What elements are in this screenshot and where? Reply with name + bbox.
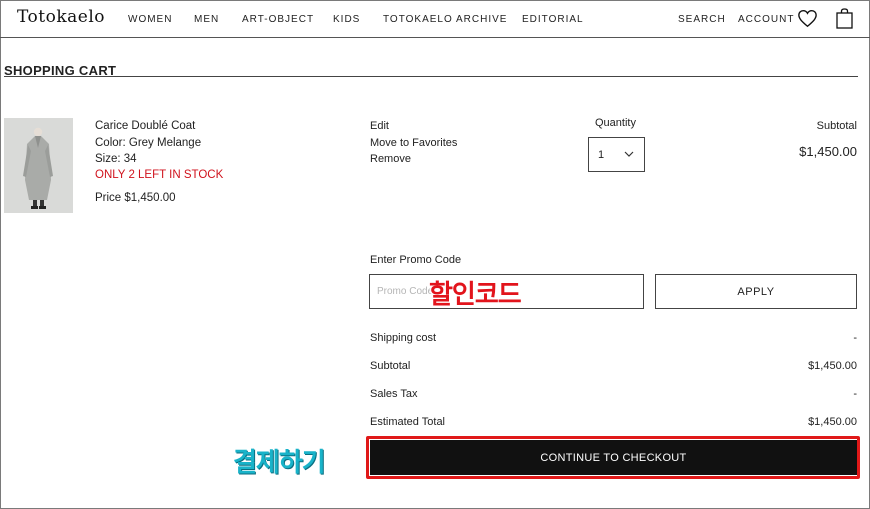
nav-men[interactable]: MEN — [194, 14, 219, 25]
nav-women[interactable]: WOMEN — [128, 14, 172, 25]
summary-subtotal-label: Subtotal — [370, 360, 411, 372]
product-color: Color: Grey Melange — [95, 137, 202, 149]
sales-tax-value: - — [853, 388, 857, 400]
sales-tax-label: Sales Tax — [370, 388, 418, 400]
account-link[interactable]: ACCOUNT — [738, 14, 794, 25]
shipping-cost-label: Shipping cost — [370, 332, 437, 344]
nav-art-object[interactable]: ART-OBJECT — [242, 14, 314, 25]
product-price: Price $1,450.00 — [95, 192, 176, 204]
promo-code-input[interactable] — [369, 274, 644, 309]
quantity-label: Quantity — [595, 117, 636, 129]
move-to-favorites-link[interactable]: Move to Favorites — [370, 137, 457, 149]
coat-model-photo — [4, 118, 73, 213]
shopping-bag-icon[interactable] — [836, 8, 853, 29]
edit-link[interactable]: Edit — [370, 120, 389, 132]
top-navigation: Totokaelo WOMEN MEN ART-OBJECT KIDS TOTO… — [0, 0, 870, 38]
logo[interactable]: Totokaelo — [17, 7, 105, 27]
nav-totokaelo-archive[interactable]: TOTOKAELO ARCHIVE — [383, 14, 507, 25]
apply-button[interactable]: APPLY — [655, 274, 857, 309]
search-link[interactable]: SEARCH — [678, 14, 726, 25]
product-image[interactable] — [4, 118, 73, 213]
chevron-down-icon — [624, 151, 634, 157]
continue-to-checkout-button[interactable]: CONTINUE TO CHECKOUT — [370, 440, 857, 475]
nav-kids[interactable]: KIDS — [333, 14, 360, 25]
product-name[interactable]: Carice Doublé Coat — [95, 120, 195, 132]
remove-link[interactable]: Remove — [370, 153, 411, 165]
title-divider — [4, 76, 858, 77]
promo-code-label: Enter Promo Code — [370, 254, 462, 266]
stock-warning: ONLY 2 LEFT IN STOCK — [95, 169, 224, 181]
estimated-total-value: $1,450.00 — [808, 416, 857, 428]
product-size: Size: 34 — [95, 153, 137, 165]
item-subtotal-label: Subtotal — [816, 120, 857, 132]
shipping-cost-value: - — [853, 332, 857, 344]
estimated-total-label: Estimated Total — [370, 416, 446, 428]
quantity-select[interactable]: 1 — [588, 137, 645, 172]
quantity-value: 1 — [598, 149, 605, 161]
summary-subtotal-value: $1,450.00 — [808, 360, 857, 372]
item-subtotal-value: $1,450.00 — [799, 144, 857, 159]
heart-icon[interactable] — [797, 9, 818, 28]
nav-editorial[interactable]: EDITORIAL — [522, 14, 584, 25]
